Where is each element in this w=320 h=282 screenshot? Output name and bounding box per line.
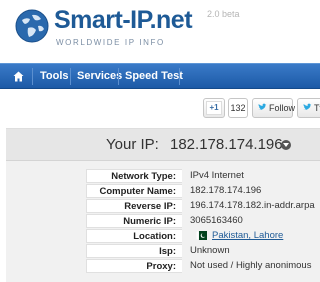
globe-logo-icon[interactable] bbox=[14, 8, 50, 44]
detail-row-network-type: Network Type: IPv4 Internet bbox=[6, 169, 320, 184]
detail-row-computer-name: Computer Name: 182.178.174.196 bbox=[6, 184, 320, 199]
version-label: 2.0 beta bbox=[207, 9, 240, 19]
plus-one-label: +1 bbox=[206, 101, 222, 115]
follow-label: Follow bbox=[269, 103, 296, 113]
detail-row-proxy: Proxy: Not used / Highly anonimous bbox=[6, 259, 320, 274]
detail-row-isp: Isp: Unknown bbox=[6, 244, 320, 259]
pakistan-flag-icon bbox=[196, 231, 207, 240]
tweet-label: Tv bbox=[314, 103, 320, 113]
nav-item-services[interactable]: Services bbox=[77, 64, 122, 89]
ip-info-panel: Your IP: 182.178.174.196 Network Type: I… bbox=[6, 128, 320, 282]
detail-value: Unknown bbox=[190, 245, 230, 256]
nav-separator bbox=[118, 68, 119, 85]
detail-key: Computer Name: bbox=[86, 184, 182, 198]
detail-row-numeric-ip: Numeric IP: 3065163460 bbox=[6, 214, 320, 229]
twitter-tweet-button[interactable]: Tv bbox=[297, 98, 320, 118]
nav-separator bbox=[70, 68, 71, 85]
detail-key: Reverse IP: bbox=[86, 199, 182, 213]
nav-item-speed-test[interactable]: Speed Test bbox=[125, 64, 183, 89]
detail-value: 196.174.178.182.in-addr.arpa bbox=[190, 200, 315, 211]
detail-value: 3065163460 bbox=[190, 215, 243, 226]
tagline: WORLDWIDE IP INFO bbox=[56, 38, 165, 47]
detail-key: Network Type: bbox=[86, 169, 182, 183]
location-link[interactable]: Pakistan, Lahore bbox=[212, 229, 283, 243]
home-icon[interactable] bbox=[13, 71, 24, 82]
twitter-bird-icon bbox=[303, 103, 312, 110]
detail-value: 182.178.174.196 bbox=[190, 185, 262, 196]
google-plus-one-button[interactable]: +1 bbox=[203, 98, 225, 118]
nav-item-tools[interactable]: Tools bbox=[40, 64, 69, 89]
chevron-down-icon[interactable] bbox=[281, 140, 291, 150]
main-nav: Tools Services Speed Test bbox=[0, 63, 320, 89]
twitter-follow-button[interactable]: Follow bbox=[252, 98, 296, 118]
nav-separator bbox=[32, 68, 33, 85]
nav-separator bbox=[179, 68, 180, 85]
detail-key: Numeric IP: bbox=[86, 214, 182, 228]
ip-address[interactable]: 182.178.174.196 bbox=[170, 136, 283, 153]
plus-one-count: 132 bbox=[228, 98, 248, 118]
logo-text[interactable]: Smart-IP.net bbox=[54, 6, 193, 35]
detail-key: Location: bbox=[86, 229, 182, 243]
detail-row-location: Location: Pakistan, Lahore bbox=[6, 229, 320, 244]
detail-key: Proxy: bbox=[86, 259, 182, 273]
ip-header: Your IP: 182.178.174.196 bbox=[6, 129, 320, 161]
site-header: Smart-IP.net 2.0 beta WORLDWIDE IP INFO bbox=[0, 0, 320, 62]
detail-value: IPv4 Internet bbox=[190, 170, 244, 181]
detail-value: Not used / Highly anonimous bbox=[190, 260, 312, 271]
detail-row-reverse-ip: Reverse IP: 196.174.178.182.in-addr.arpa bbox=[6, 199, 320, 214]
twitter-bird-icon bbox=[258, 103, 267, 110]
social-bar: +1 132 Follow Tv bbox=[0, 98, 320, 120]
ip-label: Your IP: bbox=[106, 136, 159, 153]
detail-key: Isp: bbox=[86, 244, 182, 258]
